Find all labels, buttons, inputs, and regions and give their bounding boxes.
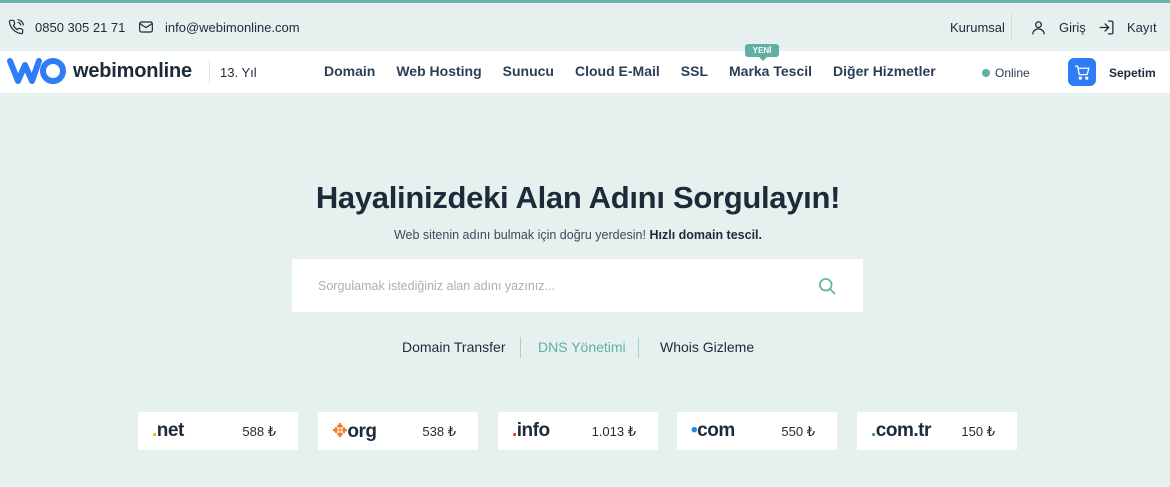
quick-link-whois-gizleme[interactable]: Whois Gizleme	[660, 339, 754, 355]
logo-mark-icon	[7, 58, 66, 84]
site-logo[interactable]: webimonline	[7, 55, 192, 87]
main-menu: Domain Web Hosting Sunucu Cloud E-Mail S…	[324, 63, 957, 79]
phone-number: 0850 305 21 71	[35, 19, 126, 35]
tld-card-net[interactable]: .net 588 ₺	[138, 412, 298, 450]
corporate-link[interactable]: Kurumsal	[950, 20, 1005, 35]
sign-in-icon	[1098, 19, 1114, 35]
new-badge: YENİ	[745, 44, 779, 61]
menu-item-web-hosting[interactable]: Web Hosting	[396, 63, 481, 79]
cart-icon	[1074, 64, 1090, 80]
tld-card-info[interactable]: .info 1.013 ₺	[498, 412, 658, 450]
tld-name: .com.tr	[871, 420, 931, 441]
domain-search-input[interactable]	[318, 265, 798, 306]
tld-card-com[interactable]: •com 550 ₺	[677, 412, 837, 450]
tld-price: 150 ₺	[961, 424, 995, 439]
menu-item-marka-tescil[interactable]: Marka Tescil	[729, 63, 812, 79]
tld-card-com-tr[interactable]: .com.tr 150 ₺	[857, 412, 1017, 450]
login-link[interactable]: Giriş	[1028, 17, 1086, 37]
login-label: Giriş	[1059, 19, 1086, 35]
phone-icon	[8, 19, 24, 35]
quick-link-domain-transfer[interactable]: Domain Transfer	[402, 339, 505, 355]
email-address: info@webimonline.com	[165, 19, 300, 35]
menu-item-diger-hizmetler[interactable]: Diğer Hizmetler	[833, 63, 936, 79]
hero-subtitle-bold: Hızlı domain tescil.	[649, 228, 762, 242]
main-navbar: webimonline 13. Yıl Domain Web Hosting S…	[0, 44, 1170, 93]
logo-text: webimonline	[73, 59, 192, 82]
hero-title: Hayalinizdeki Alan Adını Sorgulayın!	[315, 180, 841, 215]
quick-links: Domain Transfer DNS Yönetimi Whois Gizle…	[0, 337, 1170, 358]
cart-label[interactable]: Sepetim	[1109, 66, 1156, 80]
top-bar: 0850 305 21 71 info@webimonline.com Kuru…	[0, 3, 1170, 51]
tld-card-org[interactable]: ✥org 538 ₺	[318, 412, 478, 450]
quick-link-divider	[638, 337, 639, 358]
domain-search-box	[292, 259, 863, 312]
search-button[interactable]	[814, 273, 840, 299]
tld-price: 1.013 ₺	[591, 424, 636, 439]
phone-link[interactable]: 0850 305 21 71	[8, 19, 125, 35]
search-icon	[819, 278, 836, 295]
tld-price: 588 ₺	[242, 424, 276, 439]
email-link[interactable]: info@webimonline.com	[138, 19, 300, 35]
user-icon	[1031, 20, 1045, 35]
logo-divider	[209, 61, 210, 83]
menu-item-cloud-email[interactable]: Cloud E-Mail	[575, 63, 660, 79]
tld-name: .net	[152, 420, 184, 441]
tld-name: ✥org	[332, 421, 377, 442]
online-status[interactable]: Online	[982, 66, 1030, 80]
tld-name: .info	[512, 420, 550, 441]
menu-item-sunucu[interactable]: Sunucu	[503, 63, 554, 79]
topbar-divider	[1011, 14, 1012, 40]
hero-subtitle-text: Web sitenin adını bulmak için doğru yerd…	[393, 228, 646, 242]
quick-link-dns-yonetimi[interactable]: DNS Yönetimi	[538, 339, 626, 355]
quick-link-divider	[520, 337, 521, 358]
tld-price: 538 ₺	[422, 424, 456, 439]
hero-subtitle: Web sitenin adını bulmak için doğru yerd…	[0, 228, 1156, 242]
online-label: Online	[995, 66, 1030, 80]
menu-item-domain[interactable]: Domain	[324, 63, 375, 79]
mail-icon	[139, 21, 153, 33]
tld-price: 550 ₺	[781, 424, 815, 439]
online-dot-icon	[982, 69, 990, 77]
tld-name: •com	[691, 420, 735, 441]
register-link[interactable]: Kayıt	[1096, 17, 1157, 37]
menu-item-ssl[interactable]: SSL	[681, 63, 708, 79]
years-badge: 13. Yıl	[220, 65, 257, 80]
register-label: Kayıt	[1127, 19, 1157, 35]
cart-button[interactable]	[1068, 58, 1096, 86]
